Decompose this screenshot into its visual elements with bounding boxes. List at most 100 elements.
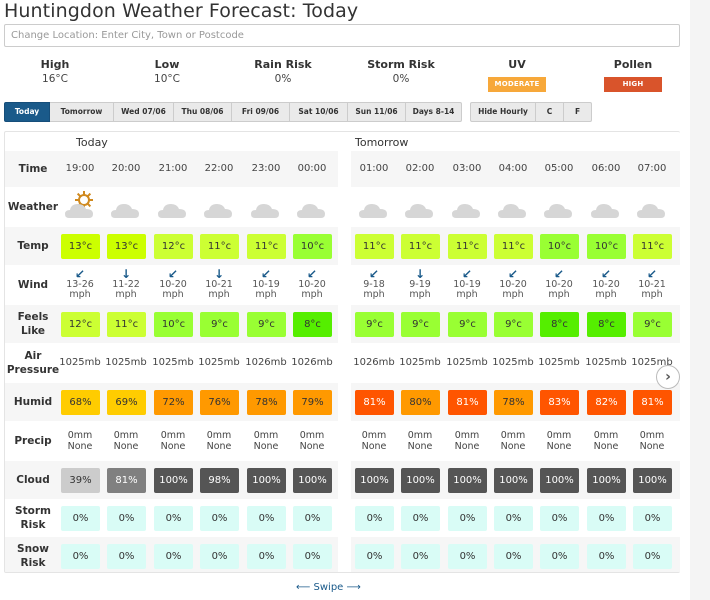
storm-value: 0%: [154, 505, 193, 531]
wind-cell: ↓ 11-22 mph: [103, 268, 149, 300]
precip-type: None: [160, 441, 186, 452]
snow-value: 0%: [200, 543, 239, 569]
temp-value: 10°c: [540, 233, 579, 259]
temp-value: 11°c: [448, 233, 487, 259]
pressure-value: 1025mb: [399, 357, 441, 368]
humid-value: 78%: [494, 389, 533, 415]
precip-cell: 0mm None: [397, 430, 443, 452]
toggle-c[interactable]: C: [536, 102, 564, 122]
wind-unit: mph: [548, 289, 570, 300]
cloud-icon: [637, 204, 665, 218]
snow-value: 0%: [293, 543, 332, 569]
wind-unit: mph: [641, 289, 663, 300]
tab-today[interactable]: Today: [4, 102, 50, 122]
hour-time: 23:00: [251, 163, 281, 174]
cloud-value: 100%: [587, 467, 626, 493]
page-scrollbar[interactable]: [690, 0, 710, 600]
summary-pollen: Pollen HIGH: [578, 58, 688, 92]
humid-value: 81%: [633, 389, 672, 415]
feels-value: 10°c: [154, 311, 193, 337]
storm-value: 0%: [355, 505, 394, 531]
view-toggles: Hide Hourly C F: [470, 102, 592, 122]
wind-unit: mph: [409, 289, 431, 300]
row-label-pressure: Air Pressure: [6, 350, 60, 376]
humid-value: 81%: [355, 389, 394, 415]
hourly-forecast-table[interactable]: Today Tomorrow Time 19:00 20:00 21:00 22:00 23:…: [4, 131, 680, 573]
precip-cell: 0mm None: [103, 430, 149, 452]
precip-cell: 0mm None: [150, 430, 196, 452]
humid-value: 81%: [448, 389, 487, 415]
cloud-icon: [158, 204, 186, 218]
toggle-hide-hourly[interactable]: Hide Hourly: [470, 102, 536, 122]
day-header-tomorrow: Tomorrow: [355, 136, 409, 149]
storm-value: 0%: [401, 505, 440, 531]
swipe-left-arrow-icon: ⟵: [296, 582, 311, 593]
toggle-f[interactable]: F: [564, 102, 592, 122]
snow-value: 0%: [587, 543, 626, 569]
row-label-snow: Snow Risk: [17, 543, 49, 569]
wind-cell: ↓ 10-21 mph: [196, 268, 242, 300]
pressure-value: 1026mb: [245, 357, 287, 368]
precip-type: None: [546, 441, 572, 452]
cloud-icon: [405, 204, 433, 218]
feels-value: 11°c: [107, 311, 146, 337]
summary-rain-risk: Rain Risk 0%: [228, 58, 338, 86]
tab-sat-10-06[interactable]: Sat 10/06: [290, 102, 348, 122]
temp-value: 10°c: [587, 233, 626, 259]
precip-amount: 0mm: [67, 430, 93, 441]
precip-type: None: [113, 441, 139, 452]
pollen-badge: HIGH: [604, 77, 662, 92]
feels-value: 8°c: [587, 311, 626, 337]
precip-type: None: [593, 441, 619, 452]
wind-cell: ↙ 10-19 mph: [444, 268, 490, 300]
temp-value: 11°c: [247, 233, 286, 259]
cloud-value: 100%: [247, 467, 286, 493]
temp-value: 11°c: [355, 233, 394, 259]
tab-wed-07-06[interactable]: Wed 07/06: [114, 102, 174, 122]
humid-value: 83%: [540, 389, 579, 415]
hour-time: 03:00: [452, 163, 482, 174]
feels-value: 9°c: [355, 311, 394, 337]
storm-value: 0%: [633, 505, 672, 531]
tab-sun-11-06[interactable]: Sun 11/06: [348, 102, 406, 122]
humid-value: 76%: [200, 389, 239, 415]
precip-amount: 0mm: [593, 430, 619, 441]
wind-unit: mph: [162, 289, 184, 300]
precip-amount: 0mm: [160, 430, 186, 441]
row-label-storm: Storm Risk: [15, 505, 51, 531]
scroll-next-button[interactable]: ›: [656, 365, 680, 389]
hour-time: 01:00: [359, 163, 389, 174]
tab-tomorrow[interactable]: Tomorrow: [50, 102, 114, 122]
snow-value: 0%: [540, 543, 579, 569]
precip-cell: 0mm None: [583, 430, 629, 452]
precip-type: None: [454, 441, 480, 452]
precip-amount: 0mm: [407, 430, 433, 441]
precip-type: None: [299, 441, 325, 452]
feels-value: 9°c: [494, 311, 533, 337]
precip-type: None: [639, 441, 665, 452]
location-search-input[interactable]: [4, 24, 680, 47]
snow-value: 0%: [633, 543, 672, 569]
tab-thu-08-06[interactable]: Thu 08/06: [174, 102, 232, 122]
precip-type: None: [206, 441, 232, 452]
cloud-icon: [498, 204, 526, 218]
day-separator: [338, 132, 351, 572]
storm-value: 0%: [448, 505, 487, 531]
wind-unit: mph: [595, 289, 617, 300]
tab-fri-09-06[interactable]: Fri 09/06: [232, 102, 290, 122]
snow-value: 0%: [448, 543, 487, 569]
day-header-today: Today: [76, 136, 108, 149]
precip-cell: 0mm None: [57, 430, 103, 452]
summary-label: High: [40, 58, 70, 71]
hour-time: 00:00: [297, 163, 327, 174]
precip-type: None: [407, 441, 433, 452]
precip-amount: 0mm: [546, 430, 572, 441]
cloud-value: 100%: [401, 467, 440, 493]
cloud-icon: [111, 204, 139, 218]
pressure-value: 1026mb: [353, 357, 395, 368]
feels-value: 9°c: [448, 311, 487, 337]
snow-value: 0%: [61, 543, 100, 569]
cloud-value: 100%: [293, 467, 332, 493]
wind-cell: ↙ 10-20 mph: [536, 268, 582, 300]
tab-days-8-14[interactable]: Days 8-14: [406, 102, 462, 122]
